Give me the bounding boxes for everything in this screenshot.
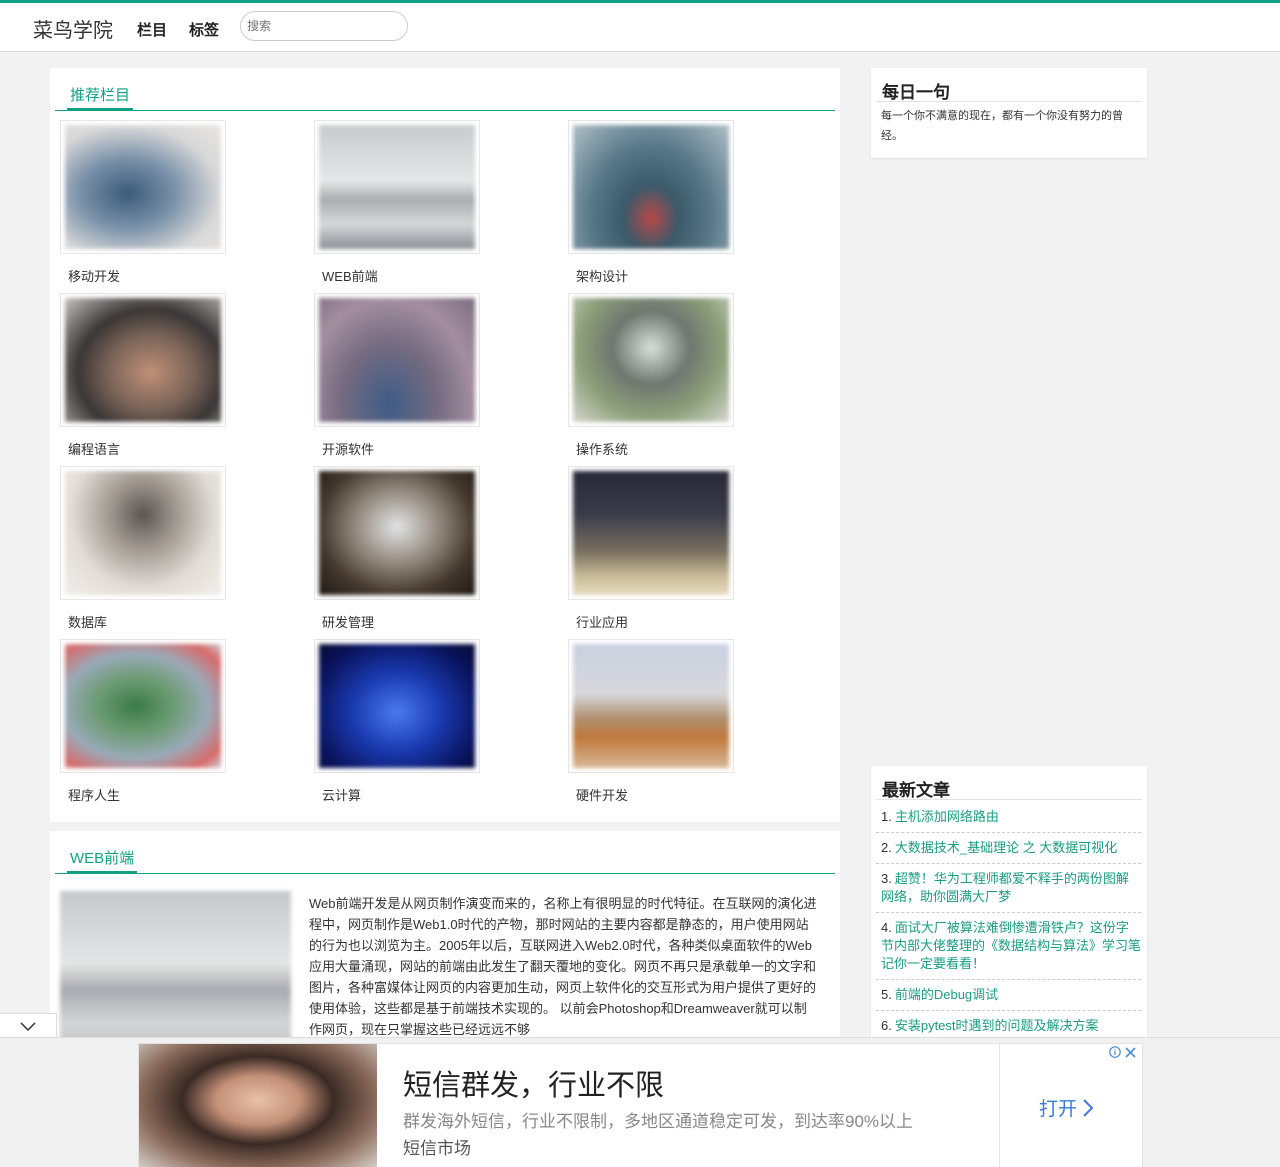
article-number: 2. — [881, 840, 892, 855]
recommend-panel: 推荐栏目 移动开发 WEB前端 架构设计 编程语言 开源软件 操作系统 数据库 … — [50, 68, 840, 822]
web-section-panel: WEB前端 Web前端开发是从网页制作演变而来的，名称上有很明显的时代特征。在互… — [50, 831, 840, 1051]
category-database[interactable]: 数据库 — [50, 466, 250, 631]
category-mobile[interactable]: 移动开发 — [50, 120, 250, 285]
recommend-header: 推荐栏目 — [55, 68, 835, 111]
category-thumbnail[interactable] — [60, 293, 226, 427]
category-thumbnail[interactable] — [568, 466, 734, 600]
category-thumbnail[interactable] — [60, 639, 226, 773]
article-number: 6. — [881, 1018, 892, 1033]
category-language[interactable]: 编程语言 — [50, 293, 250, 458]
nav-columns[interactable]: 栏目 — [137, 19, 167, 40]
ad-headline[interactable]: 短信群发，行业不限 — [403, 1062, 664, 1104]
category-label[interactable]: 操作系统 — [576, 439, 628, 458]
list-item: 1. 主机添加网络路由 — [876, 802, 1141, 833]
category-label[interactable]: 数据库 — [68, 612, 107, 631]
ad-open-label: 打开 — [1039, 1099, 1078, 1120]
article-number: 1. — [881, 809, 892, 824]
category-os[interactable]: 操作系统 — [558, 293, 758, 458]
ad-info-controls — [1109, 1046, 1136, 1058]
article-link[interactable]: 前端的Debug调试 — [895, 987, 998, 1002]
category-label[interactable]: 硬件开发 — [576, 785, 628, 804]
daily-quote-box: 每日一句 每一个你不满意的现在，都有一个你没有努力的曾经。 — [871, 68, 1147, 158]
search-input[interactable] — [240, 11, 408, 41]
top-navbar: 菜鸟学院 栏目 标签 — [0, 0, 1280, 52]
category-thumbnail[interactable] — [60, 120, 226, 254]
category-programmer-life[interactable]: 程序人生 — [50, 639, 250, 804]
web-section-title[interactable]: WEB前端 — [67, 847, 138, 873]
web-section-intro: Web前端开发是从网页制作演变而来的，名称上有很明显的时代特征。在互联网的演化进… — [309, 896, 817, 1037]
site-logo[interactable]: 菜鸟学院 — [33, 14, 113, 43]
category-industry[interactable]: 行业应用 — [558, 466, 758, 631]
category-thumbnail[interactable] — [568, 639, 734, 773]
category-label[interactable]: 研发管理 — [322, 612, 374, 631]
category-hardware[interactable]: 硬件开发 — [558, 639, 758, 804]
category-thumbnail[interactable] — [314, 466, 480, 600]
article-number: 4. — [881, 920, 892, 935]
category-rd-management[interactable]: 研发管理 — [304, 466, 504, 631]
category-web[interactable]: WEB前端 — [304, 120, 504, 285]
article-link[interactable]: 面试大厂被算法难倒惨遭滑铁卢？这份字节内部大佬整理的《数据结构与算法》学习笔记你… — [881, 920, 1141, 971]
article-link[interactable]: 大数据技术_基础理论 之 大数据可视化 — [895, 840, 1117, 855]
list-item: 5. 前端的Debug调试 — [876, 980, 1141, 1011]
ad-photo[interactable] — [139, 1044, 377, 1167]
category-thumbnail[interactable] — [314, 639, 480, 773]
ad-description[interactable]: 群发海外短信，行业不限制，多地区通道稳定可发，到达率90%以上 — [403, 1107, 913, 1132]
category-thumbnail[interactable] — [314, 120, 480, 254]
category-label[interactable]: 架构设计 — [576, 266, 628, 285]
latest-articles-box: 最新文章 1. 主机添加网络路由 2. 大数据技术_基础理论 之 大数据可视化 3.… — [871, 766, 1147, 1056]
latest-articles-list: 1. 主机添加网络路由 2. 大数据技术_基础理论 之 大数据可视化 3. 超赞！华为… — [876, 802, 1141, 1042]
close-icon[interactable] — [1125, 1046, 1136, 1058]
category-opensource[interactable]: 开源软件 — [304, 293, 504, 458]
category-thumbnail[interactable] — [568, 120, 734, 254]
article-link[interactable]: 超赞！华为工程师都爱不释手的两份图解网络，助你圆满大厂梦 — [881, 871, 1129, 904]
ad-source[interactable]: 短信市场 — [403, 1134, 471, 1159]
article-link[interactable]: 主机添加网络路由 — [895, 809, 999, 824]
web-section-header: WEB前端 — [55, 831, 835, 874]
category-label[interactable]: 行业应用 — [576, 612, 628, 631]
category-label[interactable]: 云计算 — [322, 785, 361, 804]
article-link[interactable]: 安装pytest时遇到的问题及解决方案 — [895, 1018, 1099, 1033]
ad-divider — [999, 1044, 1000, 1167]
web-section-image[interactable] — [60, 891, 291, 1051]
category-label[interactable]: 编程语言 — [68, 439, 120, 458]
chevron-right-icon — [1083, 1098, 1094, 1117]
daily-quote-text: 每一个你不满意的现在，都有一个你没有努力的曾经。 — [881, 110, 1123, 142]
chevron-down-icon — [20, 1022, 36, 1032]
category-thumbnail[interactable] — [568, 293, 734, 427]
nav-tags[interactable]: 标签 — [189, 19, 219, 40]
article-number: 3. — [881, 871, 892, 886]
list-item: 2. 大数据技术_基础理论 之 大数据可视化 — [876, 833, 1141, 864]
category-thumbnail[interactable] — [60, 466, 226, 600]
list-item: 3. 超赞！华为工程师都爱不释手的两份图解网络，助你圆满大厂梦 — [876, 864, 1141, 913]
category-architecture[interactable]: 架构设计 — [558, 120, 758, 285]
ad-banner: 短信群发，行业不限 群发海外短信，行业不限制，多地区通道稳定可发，到达率90%以… — [0, 1037, 1280, 1167]
category-label[interactable]: 程序人生 — [68, 785, 120, 804]
category-label[interactable]: WEB前端 — [322, 266, 378, 285]
list-item: 4. 面试大厂被算法难倒惨遭滑铁卢？这份字节内部大佬整理的《数据结构与算法》学习笔… — [876, 913, 1141, 980]
daily-quote-title: 每日一句 — [876, 68, 1142, 102]
latest-articles-title: 最新文章 — [876, 766, 1142, 800]
category-thumbnail[interactable] — [314, 293, 480, 427]
category-label[interactable]: 移动开发 — [68, 266, 120, 285]
recommend-title: 推荐栏目 — [67, 84, 134, 110]
ad-open-button[interactable]: 打开 — [1039, 1094, 1094, 1121]
category-cloud[interactable]: 云计算 — [304, 639, 504, 804]
ad-card[interactable]: 短信群发，行业不限 群发海外短信，行业不限制，多地区通道稳定可发，到达率90%以… — [138, 1043, 1143, 1167]
article-number: 5. — [881, 987, 892, 1002]
info-icon[interactable] — [1109, 1046, 1121, 1058]
category-label[interactable]: 开源软件 — [322, 439, 374, 458]
